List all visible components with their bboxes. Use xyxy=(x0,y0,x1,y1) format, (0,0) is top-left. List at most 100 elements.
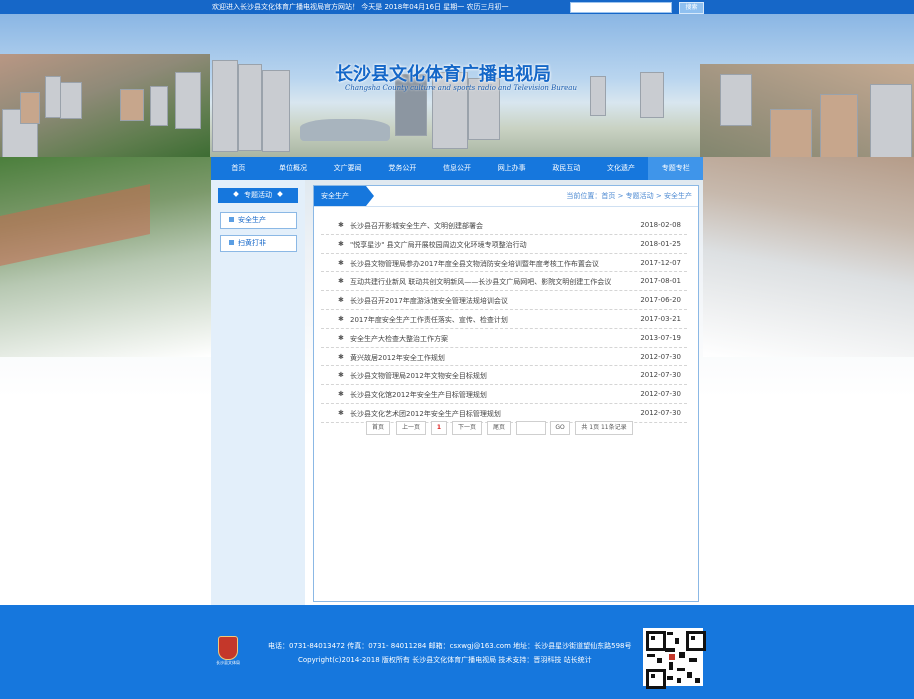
bullet-icon: ✱ xyxy=(338,314,344,323)
bullet-icon: ✱ xyxy=(338,296,344,305)
article-date: 2017-06-20 xyxy=(640,296,681,305)
building xyxy=(640,72,664,118)
article-title[interactable]: 长沙县文化艺术团2012年安全生产目标管理规划 xyxy=(350,409,501,419)
go-button[interactable]: GO xyxy=(550,421,570,435)
footer-copyright: Copyright(c)2014-2018 版权所有 长沙县文化体育广播电视局 … xyxy=(298,656,592,664)
building xyxy=(175,72,201,129)
sidebar-item-label: 扫黄打非 xyxy=(238,239,266,247)
nav-item-home[interactable]: 首页 xyxy=(211,157,266,180)
nav-item-info-disclosure[interactable]: 信息公开 xyxy=(430,157,485,180)
list-icon xyxy=(229,217,234,222)
list-item[interactable]: ✱ 2017年度安全生产工作责任落实、宣传、检查计划 2017-03-21 xyxy=(321,310,687,329)
bullet-icon: ✱ xyxy=(338,239,344,248)
list-item[interactable]: ✱ 长沙县文化艺术团2012年安全生产目标管理规划 2012-07-30 xyxy=(321,404,687,423)
article-date: 2012-07-30 xyxy=(640,352,681,361)
bullet-icon: ✱ xyxy=(338,221,344,229)
article-title[interactable]: 互动共建行业新风 联动共创文明新风——长沙县文广局网吧、影院文明创建工作会议 xyxy=(350,277,611,287)
building xyxy=(212,60,238,152)
search-input[interactable] xyxy=(570,2,672,13)
content-panel: 安全生产 当前位置：首页 > 专题活动 > 安全生产 ✱ 长沙县召开影城安全生产、… xyxy=(313,185,699,602)
sidebar-title-label: 专题活动 xyxy=(244,191,272,199)
article-date: 2013-07-19 xyxy=(640,333,681,342)
panel-tab: 安全生产 xyxy=(314,186,374,206)
article-date: 2012-07-30 xyxy=(640,390,681,399)
article-title[interactable]: "悦享星沙" 县文广局开展校园周边文化环境专项整治行动 xyxy=(350,240,527,250)
nav-item-party-affairs[interactable]: 党务公开 xyxy=(375,157,430,180)
list-item[interactable]: ✱ 长沙县召开影城安全生产、文明创建部署会 2018-02-08 xyxy=(321,216,687,235)
nav-item-news[interactable]: 文广要闻 xyxy=(320,157,375,180)
footer: 电话：0731-84013472 传真：0731- 84011284 邮箱：cs… xyxy=(0,605,914,699)
bullet-icon: ✱ xyxy=(338,390,344,399)
welcome-text: 欢迎进入长沙县文化体育广播电视局官方网站！ 今天是 2018年04月16日 星期… xyxy=(212,3,509,11)
nav-item-interaction[interactable]: 政民互动 xyxy=(539,157,594,180)
bullet-icon: ✱ xyxy=(338,333,344,342)
bureau-logo xyxy=(218,636,238,660)
background-scenery-right xyxy=(703,157,914,357)
article-title[interactable]: 黄兴故居2012年安全工作规划 xyxy=(350,353,445,363)
bureau-logo-text: 长沙县文体局 xyxy=(216,660,240,665)
last-page-button[interactable]: 尾页 xyxy=(487,421,511,435)
list-item[interactable]: ✱ 长沙县文物管理局参办2017年度全县文物消防安全培训暨年度考核工作布置会议 20… xyxy=(321,254,687,273)
bullet-icon: ✱ xyxy=(338,371,344,380)
main-nav: 首页 单位概况 文广要闻 党务公开 信息公开 网上办事 政民互动 文化遗产 专题… xyxy=(211,157,704,180)
building xyxy=(238,64,262,151)
building xyxy=(262,70,290,152)
first-page-button[interactable]: 首页 xyxy=(366,421,390,435)
article-title[interactable]: 长沙县文化馆2012年安全生产目标管理规划 xyxy=(350,390,487,400)
list-item[interactable]: ✱ 黄兴故居2012年安全工作规划 2012-07-30 xyxy=(321,348,687,367)
bullet-icon: ✱ xyxy=(338,258,344,267)
sidebar-item-anti-porn[interactable]: 扫黄打非 xyxy=(220,235,297,252)
nav-item-overview[interactable]: 单位概况 xyxy=(266,157,321,180)
sidebar-item-safety[interactable]: 安全生产 xyxy=(220,212,297,229)
article-title[interactable]: 2017年度安全生产工作责任落实、宣传、检查计划 xyxy=(350,315,508,325)
page-number-input[interactable] xyxy=(516,421,546,435)
list-item[interactable]: ✱ 互动共建行业新风 联动共创文明新风——长沙县文广局网吧、影院文明创建工作会议 2… xyxy=(321,272,687,292)
building xyxy=(60,82,82,119)
bullet-icon: ✱ xyxy=(338,408,344,417)
building xyxy=(590,76,606,116)
nav-item-online-services[interactable]: 网上办事 xyxy=(484,157,539,180)
current-page[interactable]: 1 xyxy=(431,421,447,435)
building xyxy=(120,89,144,121)
breadcrumb[interactable]: 当前位置：首页 > 专题活动 > 安全生产 xyxy=(566,186,692,206)
diamond-icon xyxy=(277,191,283,197)
top-bar: 欢迎进入长沙县文化体育广播电视局官方网站！ 今天是 2018年04月16日 星期… xyxy=(0,0,914,14)
search-button[interactable]: 搜索 xyxy=(679,2,704,14)
banner-stadium xyxy=(300,119,390,141)
building xyxy=(770,109,812,157)
article-title[interactable]: 安全生产大检查大整治工作方案 xyxy=(350,334,448,344)
building xyxy=(20,92,40,124)
article-date: 2018-02-08 xyxy=(640,221,681,229)
list-item[interactable]: ✱ 长沙县文化馆2012年安全生产目标管理规划 2012-07-30 xyxy=(321,385,687,404)
article-date: 2017-12-07 xyxy=(640,258,681,267)
article-title[interactable]: 长沙县召开2017年度游泳馆安全管理法规培训会议 xyxy=(350,296,508,306)
bullet-icon: ✱ xyxy=(338,352,344,361)
article-date: 2017-08-01 xyxy=(640,277,681,286)
article-date: 2017-03-21 xyxy=(640,314,681,323)
prev-page-button[interactable]: 上一页 xyxy=(396,421,426,435)
list-icon xyxy=(229,240,234,245)
sidebar-item-label: 安全生产 xyxy=(238,216,266,224)
article-title[interactable]: 长沙县文物管理局2012年文物安全目标规划 xyxy=(350,371,487,381)
list-item[interactable]: ✱ 长沙县文物管理局2012年文物安全目标规划 2012-07-30 xyxy=(321,366,687,386)
list-item[interactable]: ✱ "悦享星沙" 县文广局开展校园周边文化环境专项整治行动 2018-01-25 xyxy=(321,235,687,254)
list-item[interactable]: ✱ 长沙县召开2017年度游泳馆安全管理法规培训会议 2017-06-20 xyxy=(321,291,687,310)
building xyxy=(720,74,752,126)
building xyxy=(45,76,61,118)
sidebar-title: 专题活动 xyxy=(218,188,298,203)
building xyxy=(870,84,912,157)
site-title: 长沙县文化体育广播电视局 xyxy=(335,64,551,85)
nav-item-heritage[interactable]: 文化遗产 xyxy=(594,157,649,180)
qr-code xyxy=(643,628,706,689)
article-title[interactable]: 长沙县召开影城安全生产、文明创建部署会 xyxy=(350,221,483,231)
footer-contact: 电话：0731-84013472 传真：0731- 84011284 邮箱：cs… xyxy=(268,642,632,650)
page-summary: 共 1页 11条记录 xyxy=(575,421,633,435)
article-date: 2012-07-30 xyxy=(640,408,681,417)
article-list: ✱ 长沙县召开影城安全生产、文明创建部署会 2018-02-08 ✱ "悦享星沙" 县… xyxy=(321,216,687,423)
article-title[interactable]: 长沙县文物管理局参办2017年度全县文物消防安全培训暨年度考核工作布置会议 xyxy=(350,259,599,269)
next-page-button[interactable]: 下一页 xyxy=(452,421,482,435)
list-item[interactable]: ✱ 安全生产大检查大整治工作方案 2013-07-19 xyxy=(321,329,687,348)
bullet-icon: ✱ xyxy=(338,277,344,286)
article-date: 2012-07-30 xyxy=(640,371,681,380)
nav-item-special-topics[interactable]: 专题专栏 xyxy=(648,157,704,180)
